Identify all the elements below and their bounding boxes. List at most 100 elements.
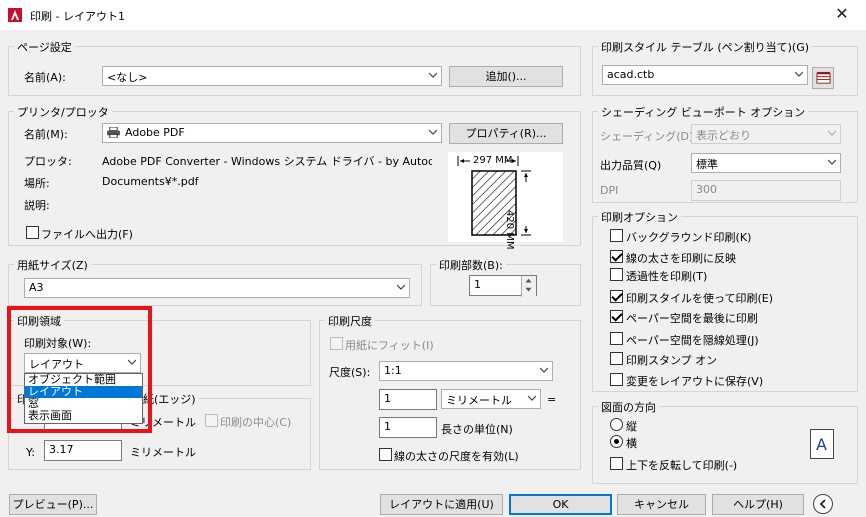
printer-name-value: Adobe PDF bbox=[125, 126, 185, 139]
printer-properties-button[interactable]: プロパティ(R)... bbox=[449, 123, 563, 144]
plot-scale-group-label: 印刷尺度 bbox=[325, 313, 375, 329]
copies-spinbox[interactable]: 1 bbox=[469, 275, 537, 297]
dpi-input[interactable]: 300 bbox=[691, 180, 841, 201]
chevron-down-icon bbox=[429, 72, 437, 78]
option-label-paperspace-last: ペーパー空間を最後に印刷 bbox=[626, 312, 758, 325]
scale-equals: = bbox=[547, 393, 557, 406]
plotter-label: プロッタ: bbox=[24, 155, 72, 168]
location-value: Documents¥*.pdf bbox=[102, 175, 199, 188]
preview-button[interactable]: プレビュー(P)... bbox=[9, 494, 97, 515]
option-checkbox-transparency[interactable] bbox=[610, 268, 623, 281]
option-checkbox-background-plot[interactable] bbox=[610, 229, 623, 242]
edit-table-icon bbox=[816, 71, 831, 84]
print-to-file-checkbox[interactable] bbox=[26, 226, 39, 239]
center-plot-label: 印刷の中心(C) bbox=[220, 416, 292, 429]
printer-name-combo[interactable]: Adobe PDF bbox=[102, 123, 442, 143]
copies-spin-buttons[interactable] bbox=[521, 276, 536, 297]
scale-value1-input[interactable]: 1 bbox=[379, 389, 437, 410]
chevron-down-icon bbox=[828, 159, 836, 165]
dpi-value: 300 bbox=[696, 183, 717, 196]
option-checkbox-paperspace-last[interactable] bbox=[610, 310, 623, 323]
upside-down-label: 上下を反転して印刷(-) bbox=[626, 459, 738, 472]
print-to-file-label: ファイルへ出力(F) bbox=[41, 228, 133, 241]
add-page-setup-button[interactable]: 追加()... bbox=[449, 66, 563, 87]
plot-style-group-label: 印刷スタイル テーブル (ペン割り当て)(G) bbox=[598, 39, 813, 55]
plot-style-value: acad.ctb bbox=[607, 68, 655, 81]
help-button[interactable]: ヘルプ(H) bbox=[712, 494, 804, 515]
option-label-plot-stamp: 印刷スタンプ オン bbox=[626, 354, 718, 367]
option-label-background-plot: バックグラウンド印刷(K) bbox=[626, 231, 752, 244]
chevron-down-icon bbox=[540, 367, 548, 373]
edit-plot-style-button[interactable] bbox=[812, 67, 834, 89]
paper-width-label: 297 MM bbox=[473, 155, 513, 166]
apply-to-layout-button[interactable]: レイアウトに適用(U) bbox=[380, 494, 503, 515]
plot-style-combo[interactable]: acad.ctb bbox=[602, 65, 808, 85]
scale-lineweights-label: 線の太さの尺度を有効(L) bbox=[394, 450, 519, 463]
plot-options-group-label: 印刷オプション bbox=[598, 209, 681, 225]
scale-unit-value: ミリメートル bbox=[446, 394, 512, 407]
shade-label: シェーディング(D) bbox=[600, 130, 694, 143]
portrait-label: 縦 bbox=[626, 420, 637, 433]
option-label-save-to-layout: 変更をレイアウトに保存(V) bbox=[626, 375, 764, 388]
option-label-plot-styles: 印刷スタイルを使って印刷(E) bbox=[626, 292, 773, 305]
chevron-down-icon bbox=[828, 130, 836, 136]
upside-down-checkbox[interactable] bbox=[610, 457, 623, 470]
scale-value2-input[interactable]: 1 bbox=[379, 417, 437, 438]
spin-up-icon bbox=[525, 278, 532, 283]
paper-size-value: A3 bbox=[29, 281, 44, 294]
spin-down-icon bbox=[525, 287, 532, 292]
scale-unit-label: 長さの単位(N) bbox=[441, 423, 513, 436]
plotter-value: Adobe PDF Converter - Windows システム ドライバ … bbox=[102, 155, 432, 168]
copies-group-label: 印刷部数(B): bbox=[436, 257, 506, 273]
location-label: 場所: bbox=[24, 177, 50, 190]
scale-combo[interactable]: 1:1 bbox=[379, 361, 553, 381]
scale-value1: 1 bbox=[384, 392, 391, 405]
scale-unit-combo[interactable]: ミリメートル bbox=[441, 389, 541, 409]
chevron-down-icon bbox=[397, 284, 405, 290]
description-label: 説明: bbox=[24, 199, 50, 212]
option-checkbox-hide-paperspace[interactable] bbox=[610, 332, 623, 345]
landscape-radio[interactable] bbox=[610, 435, 623, 448]
center-plot-checkbox[interactable] bbox=[205, 414, 218, 427]
option-checkbox-save-to-layout[interactable] bbox=[610, 373, 623, 386]
collapse-button[interactable] bbox=[813, 494, 833, 514]
landscape-label: 横 bbox=[626, 437, 637, 450]
paper-height-label: 420 MM bbox=[504, 210, 515, 250]
chevron-down-icon bbox=[528, 395, 536, 401]
fit-to-paper-label: 用紙にフィット(I) bbox=[345, 339, 434, 352]
scale-lineweights-checkbox[interactable] bbox=[379, 448, 392, 461]
chevron-down-icon bbox=[795, 71, 803, 77]
shaded-viewport-group-label: シェーディング ビューポート オプション bbox=[598, 104, 809, 120]
quality-combo[interactable]: 標準 bbox=[691, 153, 841, 173]
page-setup-name-value: <なし> bbox=[107, 71, 148, 84]
cancel-button[interactable]: キャンセル bbox=[617, 494, 706, 515]
orientation-group-label: 図面の方向 bbox=[598, 399, 659, 415]
offset-y-input[interactable]: 3.17 bbox=[44, 440, 122, 461]
fit-to-paper-checkbox[interactable] bbox=[330, 337, 343, 350]
paper-size-group-label: 用紙サイズ(Z) bbox=[14, 257, 91, 273]
autocad-app-icon bbox=[8, 8, 22, 22]
option-checkbox-lineweights[interactable] bbox=[610, 250, 623, 263]
orientation-preview-letter: A bbox=[816, 435, 827, 454]
printer-name-label: 名前(M): bbox=[24, 128, 68, 141]
option-checkbox-plot-stamp[interactable] bbox=[610, 352, 623, 365]
paper-size-combo[interactable]: A3 bbox=[24, 278, 410, 298]
offset-y-value: 3.17 bbox=[49, 443, 74, 456]
page-setup-name-combo[interactable]: <なし> bbox=[102, 66, 442, 86]
chevron-left-icon bbox=[819, 499, 826, 509]
shade-combo[interactable]: 表示どおり bbox=[691, 124, 841, 144]
window-title: 印刷 - レイアウト1 bbox=[30, 10, 125, 23]
portrait-radio[interactable] bbox=[610, 418, 623, 431]
shade-value: 表示どおり bbox=[696, 129, 751, 142]
ok-button[interactable]: OK bbox=[509, 494, 612, 515]
quality-label: 出力品質(Q) bbox=[600, 159, 662, 172]
scale-value2: 1 bbox=[384, 420, 391, 433]
option-checkbox-plot-styles[interactable] bbox=[610, 290, 623, 303]
close-icon[interactable]: ✕ bbox=[832, 4, 852, 23]
page-setup-group-label: ページ設定 bbox=[14, 39, 75, 55]
page-setup-name-label: 名前(A): bbox=[24, 71, 66, 84]
offset-y-unit: ミリメートル bbox=[130, 446, 196, 459]
dpi-label: DPI bbox=[600, 184, 619, 197]
option-label-lineweights: 線の太さを印刷に反映 bbox=[626, 252, 736, 265]
title-bar bbox=[0, 0, 866, 30]
